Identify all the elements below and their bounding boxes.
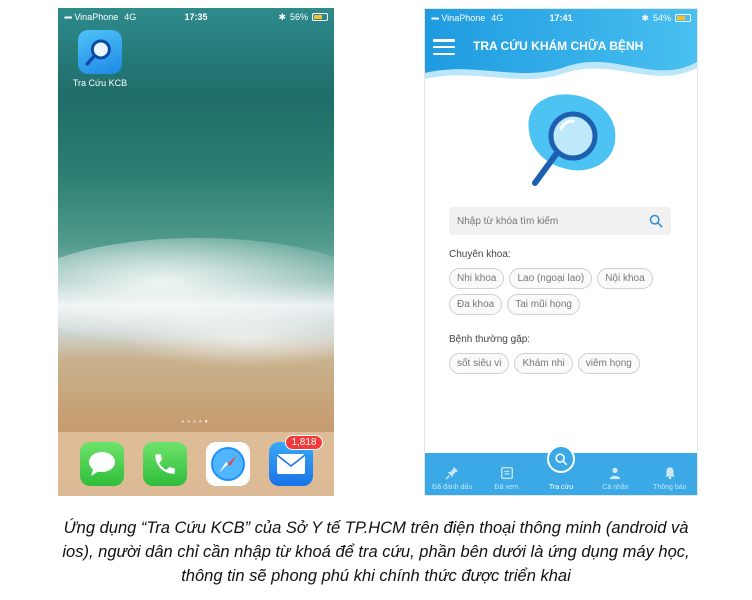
specialty-chips: Nhi khoa Lao (ngoại lao) Nội khoa Đa kho…: [449, 268, 685, 315]
chip-tai-mui-hong[interactable]: Tai mũi họng: [507, 294, 580, 315]
search-icon: [555, 453, 568, 466]
safari-app-icon[interactable]: [205, 442, 250, 486]
clock: 17:35: [184, 12, 208, 22]
status-bar: ▪▪▪▪ VinaPhone 4G 17:41 ✱ 54%: [425, 9, 697, 27]
bottom-tab-bar: Đã đánh dấu Đã xem Tra cứu Cá nhân Thông…: [425, 445, 697, 495]
tab-viewed[interactable]: Đã xem: [479, 453, 533, 495]
page-indicator[interactable]: •••••: [58, 417, 334, 426]
mail-app-icon[interactable]: 1,818: [268, 435, 323, 486]
chip-viem-hong[interactable]: viêm họng: [577, 353, 640, 374]
history-icon: [500, 467, 513, 479]
search-input[interactable]: [457, 215, 649, 227]
active-tab-bubble: [547, 445, 576, 473]
message-bubble-icon: [88, 452, 115, 476]
compass-icon: [210, 447, 245, 481]
battery-icon: [675, 14, 691, 22]
tab-label: Thông báo: [653, 484, 687, 491]
chip-sot-sieu-vi[interactable]: sốt siêu vi: [449, 353, 510, 374]
search-bar[interactable]: [449, 207, 671, 235]
page-dots: ••••: [181, 417, 205, 426]
phone-icon: [154, 454, 175, 474]
caption-line: ios), người dân chỉ cần nhập từ khoá để …: [62, 543, 690, 561]
page-dot-active: •: [204, 417, 211, 426]
tab-label: Cá nhân: [602, 484, 629, 491]
caption-line: thông tin sẽ phong phú khi chính thức đư…: [181, 567, 571, 585]
chip-nhi-khoa[interactable]: Nhi khoa: [449, 268, 505, 289]
bell-icon: [665, 467, 675, 480]
app-header: ▪▪▪▪ VinaPhone 4G 17:41 ✱ 54% TRA CỨU KH…: [425, 9, 697, 83]
person-icon: [610, 467, 621, 480]
status-bar: ▪▪▪▪ VinaPhone 4G 17:35 ✱ 56%: [58, 8, 334, 26]
tab-profile[interactable]: Cá nhân: [588, 453, 642, 495]
app-screen: ▪▪▪▪ VinaPhone 4G 17:41 ✱ 54% TRA CỨU KH…: [424, 8, 698, 496]
hamburger-icon[interactable]: [433, 39, 455, 55]
phone-app-icon[interactable]: [142, 442, 187, 486]
tab-label: Đã xem: [494, 484, 519, 491]
chip-kham-nhi[interactable]: Khám nhi: [514, 353, 573, 374]
magnifier-icon: [85, 39, 111, 66]
common-disease-label: Bệnh thường gặp:: [449, 334, 531, 345]
dock: 1,818: [58, 432, 334, 496]
chip-da-khoa[interactable]: Đa khoa: [449, 294, 503, 315]
home-screen: ▪▪▪▪ VinaPhone 4G 17:35 ✱ 56% Tra Cứu KC…: [58, 8, 334, 496]
chip-lao[interactable]: Lao (ngoại lao): [509, 268, 593, 289]
mail-badge: 1,818: [285, 435, 323, 450]
tab-label: Đã đánh dấu: [432, 484, 473, 491]
tab-bookmarked[interactable]: Đã đánh dấu: [425, 453, 479, 495]
caption-line: Ứng dụng “Tra Cứu KCB” của Sở Y tế TP.HC…: [63, 519, 689, 537]
envelope-icon: [276, 454, 305, 474]
messages-app-icon[interactable]: [79, 442, 124, 486]
magnifier-illustration-icon: [528, 94, 616, 186]
tab-label: Tra cứu: [548, 484, 574, 491]
page-title: TRA CỨU KHÁM CHỮA BỆNH: [473, 39, 644, 53]
battery-icon: [312, 13, 328, 21]
chip-noi-khoa[interactable]: Nội khoa: [597, 268, 653, 289]
tab-search[interactable]: Tra cứu: [534, 445, 588, 495]
specialty-label: Chuyên khoa:: [449, 249, 511, 260]
clock: 17:41: [549, 13, 573, 23]
search-icon[interactable]: [649, 214, 663, 228]
figure-caption: Ứng dụng “Tra Cứu KCB” của Sở Y tế TP.HC…: [0, 516, 752, 588]
tab-notifications[interactable]: Thông báo: [643, 453, 697, 495]
tra-cuu-kcb-app-icon[interactable]: [78, 30, 122, 74]
pin-icon: [445, 466, 459, 480]
wave-foam: [118, 308, 334, 368]
app-label: Tra Cứu KCB: [72, 78, 128, 88]
disease-chips: sốt siêu vi Khám nhi viêm họng: [449, 353, 685, 374]
